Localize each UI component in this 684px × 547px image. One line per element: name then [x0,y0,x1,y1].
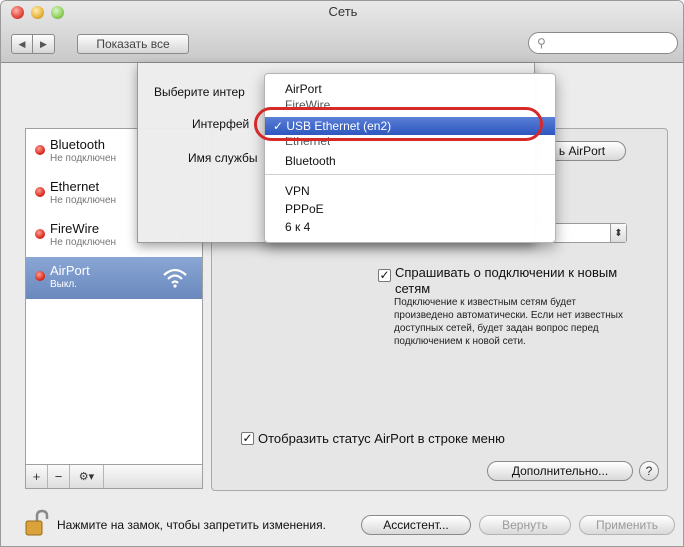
gear-icon: ⚙▾ [78,471,95,483]
wifi-icon [163,268,187,288]
toolbar: Сеть ◀ ▶ Показать все ⚲ [1,1,683,63]
interface-label: Интерфей [192,117,250,131]
list-item-airport[interactable]: AirPort Выкл. [26,257,202,299]
menu-item-vpn[interactable]: VPN [285,184,310,198]
choose-interface-label: Выберите интер [154,85,245,99]
status-dot-icon [35,229,45,239]
show-status-label: Отобразить статус AirPort в строке меню [258,431,505,446]
lock-hint-text: Нажмите на замок, чтобы запретить измене… [57,518,326,532]
interface-popup-menu: AirPort FireWire ✓ USB Ethernet (en2) Et… [264,73,556,243]
forward-button[interactable]: ▶ [33,34,55,54]
menu-item-airport[interactable]: AirPort [285,82,322,96]
status-dot-icon [35,145,45,155]
back-button[interactable]: ◀ [11,34,33,54]
service-name: FireWire [50,221,100,236]
menu-item-bluetooth[interactable]: Bluetooth [285,154,336,168]
service-name: AirPort [50,263,90,278]
forward-arrow-icon: ▶ [40,38,47,49]
service-status: Выкл. [50,279,77,290]
ask-new-networks-label-cont: сетям [395,281,431,296]
window-title: Сеть [328,4,358,19]
search-icon: ⚲ [537,36,546,50]
back-arrow-icon: ◀ [18,38,26,49]
highlight-ring [254,107,543,141]
status-dot-icon [35,271,45,281]
service-status: Не подключен [50,195,117,206]
ask-new-networks-note: Подключение к известным сетям будет прои… [394,297,623,347]
select-arrow-icon: ⬍ [610,224,626,242]
menu-item-pppoe[interactable]: PPPoE [285,202,324,216]
remove-service-button[interactable]: − [48,465,70,488]
status-dot-icon [35,187,45,197]
assistant-button[interactable]: Ассистент... [361,515,471,535]
apply-button[interactable]: Применить [579,515,675,535]
search-input[interactable]: ⚲ [528,32,678,54]
add-service-button[interactable]: + [26,465,48,488]
show-all-button[interactable]: Показать все [77,34,189,54]
service-name: Bluetooth [50,137,105,152]
service-name: Ethernet [50,179,100,194]
ask-new-networks-checkbox[interactable]: ✓ [378,269,391,282]
service-status: Не подключен [50,153,117,164]
help-button[interactable]: ? [639,461,659,481]
menu-separator [265,174,555,175]
lock-icon[interactable] [25,509,49,537]
service-name-label: Имя службы [188,151,258,165]
network-preferences-window: Сеть ◀ ▶ Показать все ⚲ Bluetooth Не под… [0,0,684,547]
service-status: Не подключен [50,237,117,248]
ask-new-networks-label: Спрашивать о подключении к новым [395,265,618,280]
gear-menu-button[interactable]: ⚙▾ [70,465,104,488]
revert-button[interactable]: Вернуть [479,515,571,535]
list-controls: + − ⚙▾ [25,465,203,489]
show-status-checkbox[interactable]: ✓ [241,432,254,445]
menu-item-6to4[interactable]: 6 к 4 [285,220,310,234]
advanced-button[interactable]: Дополнительно... [487,461,633,481]
nav-group: ◀ ▶ [11,34,55,54]
